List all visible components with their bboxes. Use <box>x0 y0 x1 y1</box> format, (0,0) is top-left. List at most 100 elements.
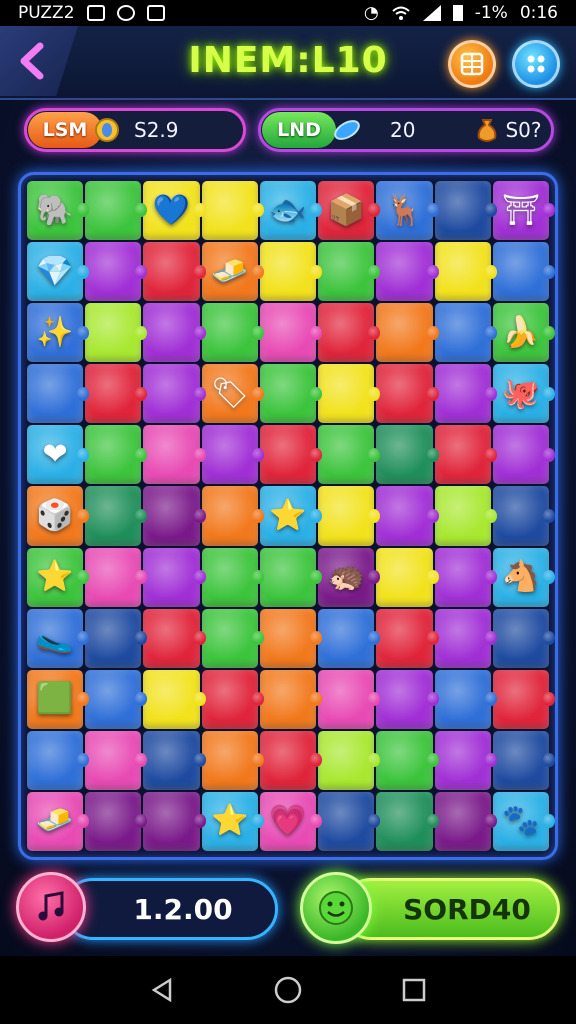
puzzle-tile[interactable] <box>376 303 439 363</box>
puzzle-tile[interactable] <box>434 486 498 546</box>
puzzle-tile[interactable] <box>434 547 498 607</box>
puzzle-tile[interactable] <box>318 669 381 729</box>
puzzle-tile[interactable] <box>143 364 206 424</box>
nav-home-icon[interactable] <box>273 975 303 1005</box>
puzzle-tile[interactable] <box>143 669 206 729</box>
puzzle-tile[interactable] <box>201 730 265 790</box>
puzzle-tile[interactable] <box>85 547 148 607</box>
puzzle-tile[interactable] <box>201 547 265 607</box>
puzzle-tile[interactable] <box>85 425 148 485</box>
puzzle-tile[interactable]: 🏷 <box>201 364 265 424</box>
puzzle-tile[interactable] <box>376 242 439 302</box>
puzzle-tile[interactable] <box>201 669 265 729</box>
puzzle-tile[interactable] <box>376 486 439 546</box>
puzzle-tile[interactable] <box>376 669 439 729</box>
puzzle-tile[interactable]: ✨ <box>27 303 90 363</box>
puzzle-tile[interactable] <box>201 486 265 546</box>
puzzle-tile[interactable]: 🐴 <box>492 547 556 607</box>
puzzle-tile[interactable] <box>201 608 265 668</box>
puzzle-tile[interactable] <box>259 364 323 424</box>
puzzle-tile[interactable] <box>201 425 265 485</box>
puzzle-tile[interactable] <box>259 425 323 485</box>
puzzle-tile[interactable] <box>143 242 206 302</box>
puzzle-tile[interactable] <box>85 303 148 363</box>
puzzle-tile[interactable]: ❤ <box>27 425 90 485</box>
puzzle-tile[interactable] <box>259 547 323 607</box>
puzzle-tile[interactable] <box>318 364 381 424</box>
menu-button[interactable] <box>512 40 560 88</box>
puzzle-tile[interactable]: 🧈 <box>27 791 90 851</box>
puzzle-tile[interactable] <box>85 242 148 302</box>
puzzle-tile[interactable] <box>492 730 556 790</box>
puzzle-tile[interactable] <box>376 425 439 485</box>
puzzle-tile[interactable] <box>318 608 381 668</box>
puzzle-tile[interactable] <box>259 242 323 302</box>
puzzle-tile[interactable] <box>318 730 381 790</box>
puzzle-tile[interactable] <box>143 486 206 546</box>
nav-back-icon[interactable] <box>148 976 176 1004</box>
puzzle-tile[interactable]: ⭐ <box>27 547 90 607</box>
puzzle-tile[interactable] <box>376 730 439 790</box>
puzzle-tile[interactable] <box>434 730 498 790</box>
puzzle-tile[interactable] <box>259 669 323 729</box>
puzzle-tile[interactable] <box>376 547 439 607</box>
puzzle-tile[interactable] <box>318 242 381 302</box>
puzzle-tile[interactable] <box>434 425 498 485</box>
puzzle-tile[interactable] <box>318 791 381 851</box>
puzzle-tile[interactable] <box>259 730 323 790</box>
puzzle-tile[interactable] <box>318 486 381 546</box>
music-button[interactable] <box>16 872 86 942</box>
puzzle-tile[interactable] <box>434 242 498 302</box>
puzzle-tile[interactable] <box>85 608 148 668</box>
puzzle-tile[interactable] <box>434 669 498 729</box>
grid-button[interactable] <box>448 40 496 88</box>
puzzle-tile[interactable] <box>143 303 206 363</box>
puzzle-tile[interactable] <box>376 364 439 424</box>
puzzle-tile[interactable] <box>27 364 90 424</box>
puzzle-tile[interactable] <box>143 547 206 607</box>
puzzle-tile[interactable] <box>85 364 148 424</box>
puzzle-tile[interactable] <box>318 425 381 485</box>
puzzle-tile[interactable]: ⛩ <box>492 181 556 241</box>
puzzle-tile[interactable] <box>376 608 439 668</box>
puzzle-tile[interactable] <box>434 791 498 851</box>
puzzle-tile[interactable]: 🦔 <box>318 547 381 607</box>
puzzle-tile[interactable]: 💗 <box>259 791 323 851</box>
puzzle-tile[interactable] <box>434 181 498 241</box>
puzzle-tile[interactable] <box>318 303 381 363</box>
puzzle-tile[interactable]: 📦 <box>318 181 381 241</box>
puzzle-tile[interactable]: 💎 <box>27 242 90 302</box>
nav-recents-icon[interactable] <box>400 976 428 1004</box>
puzzle-tile[interactable] <box>201 181 265 241</box>
puzzle-tile[interactable] <box>143 730 206 790</box>
puzzle-tile[interactable]: 💙 <box>143 181 206 241</box>
puzzle-tile[interactable]: 🐟 <box>259 181 323 241</box>
puzzle-tile[interactable] <box>201 303 265 363</box>
puzzle-tile[interactable] <box>143 425 206 485</box>
puzzle-tile[interactable]: 🦌 <box>376 181 439 241</box>
puzzle-tile[interactable] <box>85 791 148 851</box>
puzzle-tile[interactable] <box>434 303 498 363</box>
puzzle-tile[interactable]: 🐘 <box>27 181 90 241</box>
puzzle-tile[interactable]: ⭐ <box>259 486 323 546</box>
puzzle-tile[interactable]: ⭐ <box>201 791 265 851</box>
puzzle-tile[interactable]: 🐙 <box>492 364 556 424</box>
puzzle-tile[interactable] <box>434 608 498 668</box>
puzzle-tile[interactable]: 🍌 <box>492 303 556 363</box>
puzzle-tile[interactable] <box>376 791 439 851</box>
puzzle-tile[interactable] <box>492 486 556 546</box>
puzzle-tile[interactable] <box>492 669 556 729</box>
puzzle-tile[interactable] <box>492 425 556 485</box>
puzzle-tile[interactable] <box>492 608 556 668</box>
hint-button[interactable] <box>300 872 372 944</box>
puzzle-tile[interactable]: 🥿 <box>27 608 90 668</box>
puzzle-tile[interactable]: 🟩 <box>27 669 90 729</box>
puzzle-tile[interactable] <box>434 364 498 424</box>
puzzle-tile[interactable] <box>85 181 148 241</box>
puzzle-tile[interactable] <box>259 608 323 668</box>
puzzle-tile[interactable] <box>143 608 206 668</box>
puzzle-tile[interactable]: 🎲 <box>27 486 90 546</box>
puzzle-tile[interactable]: 🐾 <box>492 791 556 851</box>
puzzle-tile[interactable] <box>27 730 90 790</box>
puzzle-tile[interactable] <box>85 486 148 546</box>
